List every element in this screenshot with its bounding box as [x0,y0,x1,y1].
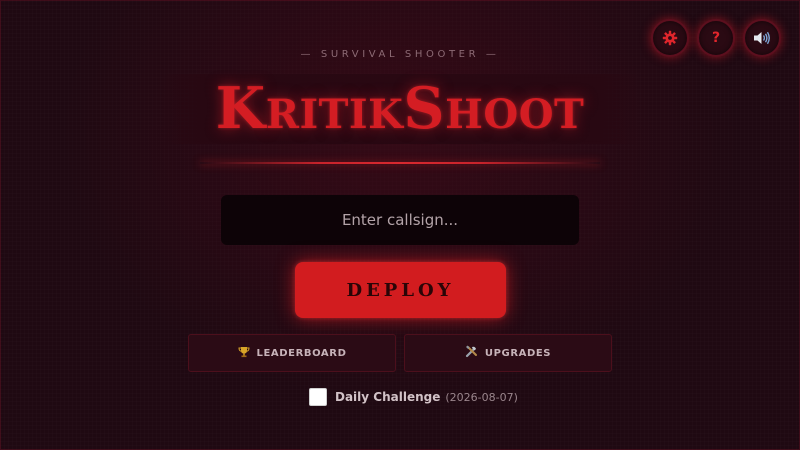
leaderboard-button[interactable]: LEADERBOARD [188,334,396,372]
daily-challenge-checkbox[interactable] [309,388,327,406]
leaderboard-label: LEADERBOARD [256,347,347,359]
title-divider [200,162,600,164]
upgrades-button[interactable]: UPGRADES [404,334,612,372]
trophy-icon [237,346,250,361]
daily-challenge-date: (2026-08-07) [445,390,518,404]
game-title: KritikShoot [215,75,585,142]
tools-icon [465,345,478,361]
game-subtitle: — SURVIVAL SHOOTER — [300,49,500,60]
callsign-input[interactable] [221,195,579,245]
deploy-button[interactable]: DEPLOY [295,262,506,318]
daily-challenge: Daily Challenge (2026-08-07) [309,388,518,406]
speaker-icon [753,30,771,46]
daily-challenge-label: Daily Challenge [335,390,441,404]
help-icon: ? [711,30,721,46]
deploy-label: DEPLOY [346,279,455,301]
upgrades-label: UPGRADES [484,347,552,359]
gear-icon [662,30,678,46]
game-menu-screen: ? — SURVIVAL SHOOTER — KritikShoot DEPLO… [0,0,800,450]
